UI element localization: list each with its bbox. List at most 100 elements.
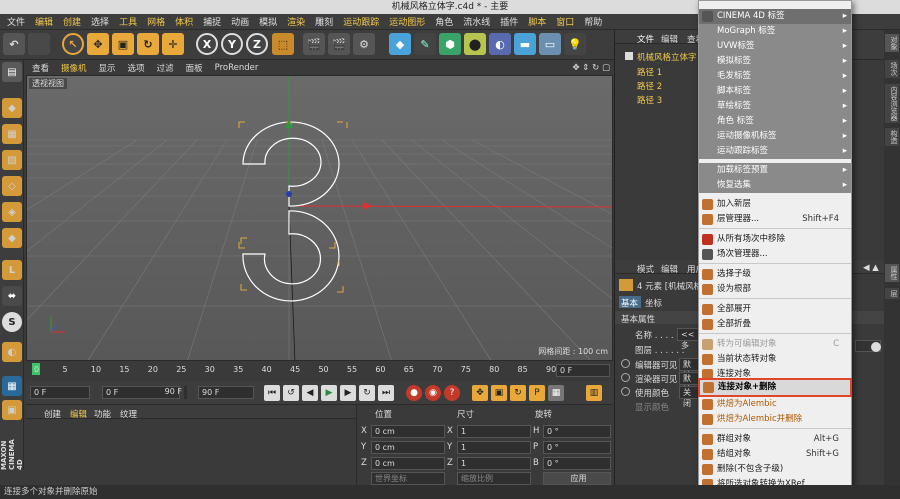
menu-collapse-all[interactable]: 全部折叠 [699,317,851,332]
size-mode-select[interactable]: 缩放比例 [457,472,531,485]
object-axis-center[interactable] [286,191,292,197]
key-param-icon[interactable]: P [529,385,545,401]
coord-z-position[interactable]: 0 cm [371,457,445,470]
attr-subtab-basic[interactable]: 基本 [621,297,638,309]
menu-window[interactable]: 窗口 [551,15,579,28]
texture-mode-icon[interactable]: ▦ [2,124,22,144]
attr-subtab-coord[interactable]: 坐标 [645,297,662,309]
menu-uvw-tags[interactable]: UVW标签 ▸ [699,39,851,54]
key-pla-icon[interactable]: ▦ [548,385,564,401]
menu-restore-selection[interactable]: 恢复选集 ▸ [699,178,851,193]
record-keys-icon[interactable]: ● [406,385,422,401]
menu-take-manager[interactable]: 场次管理器... [699,247,851,262]
coord-p-rotation[interactable]: 0 ° [543,441,611,454]
object-path-2[interactable]: 路径 2 [637,80,662,92]
viewport-solo-icon[interactable]: ▦ [2,376,22,396]
coord-x-size[interactable]: 1 [457,425,531,438]
menu-make-editable[interactable]: 转为可编辑对象 C [699,337,851,352]
deformer-icon[interactable]: ◐ [489,33,511,55]
workplane-icon[interactable]: ▧ [2,150,22,170]
menu-hair-tags[interactable]: 毛发标签 ▸ [699,69,851,84]
next-frame-icon[interactable]: ▶ [340,385,356,401]
attr-name-input[interactable]: <<多 [677,328,699,350]
attr-nav-icons[interactable]: ◀ ▲ [863,263,879,273]
undo-icon[interactable]: ↶ [3,33,25,55]
viewport-menu-camera[interactable]: 摄像机 [55,62,93,74]
perspective-viewport[interactable]: 透视视图 网格间距 : 100 cm [26,75,613,361]
menu-layer-manager[interactable]: 层管理器... Shift+F4 [699,212,851,227]
render-picture-icon[interactable]: 🎬 [328,33,350,55]
autokey-icon[interactable]: ◉ [425,385,441,401]
coord-y-position[interactable]: 0 cm [371,441,445,454]
points-mode-icon[interactable]: ◇ [2,176,22,196]
viewport-menu-display[interactable]: 显示 [93,62,122,74]
viewport-nav-icons[interactable]: ✥ ⇕ ↻ ▢ [566,63,614,73]
key-scale-icon[interactable]: ▣ [491,385,507,401]
objmgr-tab-file[interactable]: 文件 [637,33,654,45]
menu-script-tags[interactable]: 脚本标签 ▸ [699,84,851,99]
z-axis-lock-button[interactable]: Z [246,33,268,55]
current-frame-field[interactable]: 0 F [556,364,610,377]
object-path-1[interactable]: 路径 1 [637,66,662,78]
snap-icon[interactable]: S [2,312,22,332]
menu-mesh[interactable]: 网格 [142,15,170,28]
menu-simulation-tags[interactable]: 模拟标签 ▸ [699,54,851,69]
key-position-icon[interactable]: ✥ [472,385,488,401]
coord-h-rotation[interactable]: 0 ° [543,425,611,438]
mat-tab-function[interactable]: 功能 [94,408,111,420]
menu-sculpt[interactable]: 雕刻 [310,15,338,28]
end-frame-field[interactable]: 90 F [198,386,254,399]
menu-sketch-tags[interactable]: 草绘标签 ▸ [699,99,851,114]
menu-character-tags[interactable]: 角色 标签 ▸ [699,114,851,129]
redo-icon[interactable] [28,33,50,55]
prev-frame-icon[interactable]: ◀ [302,385,318,401]
menu-mograph[interactable]: 运动图形 [384,15,430,28]
mat-tab-edit[interactable]: 编辑 [70,408,87,420]
attr-color-select[interactable]: 关闭 [679,386,699,408]
viewport-menu-options[interactable]: 选项 [122,62,151,74]
render-settings-icon[interactable]: ⚙ [353,33,375,55]
make-editable-icon[interactable]: ▤ [2,62,22,82]
floor-icon[interactable]: ▬ [514,33,536,55]
subdivision-icon[interactable]: ⬢ [439,33,461,55]
viewport-menu-filter[interactable]: 过滤 [151,62,180,74]
camera-icon[interactable]: ▭ [539,33,561,55]
menu-bake-alembic[interactable]: 烘焙为Alembic [699,397,851,412]
tab-takes[interactable]: 场次 [885,60,899,78]
last-tool-icon[interactable]: ✛ [162,33,184,55]
menu-tracking-tags[interactable]: 运动跟踪标签 ▸ [699,144,851,159]
menu-volume[interactable]: 体积 [170,15,198,28]
next-key-icon[interactable]: ↻ [359,385,375,401]
render-view-icon[interactable]: 🎬 [303,33,325,55]
menu-plugins[interactable]: 插件 [495,15,523,28]
object-path-3[interactable]: 路径 3 [637,94,662,106]
attr-color-radio[interactable] [621,387,630,396]
y-axis-lock-button[interactable]: Y [221,33,243,55]
cloner-icon[interactable]: ⬤ [464,33,486,55]
object-root[interactable]: 机械风格立体字 [637,51,697,63]
attr-tab-mode[interactable]: 模式 [637,263,654,275]
menu-file[interactable]: 文件 [2,15,30,28]
menu-select-children[interactable]: 选择子级 [699,267,851,282]
coordinate-system-icon[interactable]: ⬚ [272,33,294,55]
attr-layer-arrow-icon[interactable] [871,342,881,352]
attr-render-select[interactable]: 默认 [679,372,699,394]
lock-workplane-icon[interactable]: ▣ [2,400,22,420]
attr-tab-edit[interactable]: 编辑 [661,263,678,275]
menu-simulate[interactable]: 模拟 [254,15,282,28]
attr-editor-select[interactable]: 默认 [679,358,699,380]
timeline-layout-icon[interactable]: ▥ [586,385,602,401]
goto-end-icon[interactable]: ⏭ [378,385,394,401]
viewport-menu-view[interactable]: 查看 [26,62,55,74]
menu-animate[interactable]: 动画 [226,15,254,28]
play-icon[interactable]: ▶ [321,385,337,401]
tab-content-browser[interactable]: 内容浏览器 [885,84,899,123]
menu-select[interactable]: 选择 [86,15,114,28]
timeline-ruler[interactable]: 0 5 10 15 20 25 30 35 40 45 50 55 60 65 70 75 80 85 90 0 F [26,361,613,381]
objmgr-tab-edit[interactable]: 编辑 [661,33,678,45]
viewport-menu-panel[interactable]: 面板 [180,62,209,74]
menu-character[interactable]: 角色 [430,15,458,28]
tab-attributes[interactable]: 属性 [885,264,899,282]
light-icon[interactable]: 💡 [564,33,586,55]
scale-tool-icon[interactable]: ▣ [112,33,134,55]
